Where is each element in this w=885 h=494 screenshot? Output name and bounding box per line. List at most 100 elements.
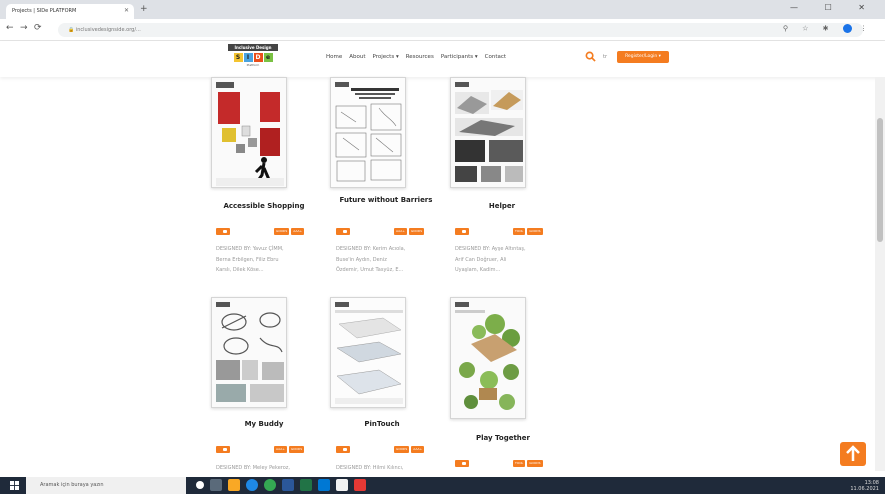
main-nav: Home About Projects ▾ Resources Particip…: [326, 54, 506, 60]
category-tag[interactable]: GOODS: [274, 228, 290, 235]
task-view-icon[interactable]: [210, 479, 222, 491]
designers-line: Karslı, Dilek Köse...: [216, 267, 264, 273]
designers-line: DESIGNED BY: Yavuz ÇİMM,: [216, 246, 284, 252]
new-tab-button[interactable]: +: [140, 4, 148, 14]
scrollbar-thumb[interactable]: [877, 118, 883, 242]
poster-image: [331, 78, 405, 187]
project-title[interactable]: Play Together: [450, 433, 556, 443]
nav-about[interactable]: About: [349, 54, 365, 60]
os-taskbar: Aramak için buraya yazın 13:08 11.06.202…: [0, 477, 885, 494]
chrome-icon[interactable]: [264, 479, 276, 491]
comment-count-badge: [216, 228, 230, 235]
project-designers: DESIGNED BY: Yavuz ÇİMM, Berna Erbilgen,…: [216, 244, 314, 276]
category-tag[interactable]: AAA+: [291, 228, 305, 235]
project-thumbnail-accessible-shopping[interactable]: [211, 77, 287, 188]
file-explorer-icon[interactable]: [228, 479, 240, 491]
close-tab-icon[interactable]: ✕: [124, 7, 129, 14]
designers-line: Berna Erbilgen, Filiz Ebru: [216, 256, 279, 263]
project-thumbnail-play-together[interactable]: [450, 297, 526, 419]
category-tag[interactable]: GOODS: [527, 460, 543, 467]
designers-line: Uyaşlam, Kadim...: [455, 267, 501, 273]
nav-projects[interactable]: Projects ▾: [373, 54, 399, 60]
designers-line: DESIGNED BY: Meley Pekeroz,: [216, 465, 291, 471]
url-input[interactable]: 🔒 inclusivedesignside.org/...: [58, 23, 863, 37]
comment-count-badge: [216, 446, 230, 453]
category-tag[interactable]: AAA+: [411, 446, 425, 453]
taskbar-search-input[interactable]: Aramak için buraya yazın: [26, 477, 186, 494]
clock-date: 11.06.2021: [850, 486, 879, 492]
project-thumbnail-helper[interactable]: [450, 77, 526, 188]
taskbar-apps: [196, 479, 366, 491]
project-title[interactable]: PinTouch: [330, 419, 434, 429]
project-badges: GOODS AAA+: [216, 228, 305, 235]
project-badges: TOOL GOODS: [455, 460, 543, 467]
project-title[interactable]: Helper: [450, 201, 554, 211]
forward-icon[interactable]: →: [20, 23, 28, 33]
word-icon[interactable]: [282, 479, 294, 491]
category-tag[interactable]: TOOL: [513, 460, 526, 467]
reload-icon[interactable]: ⟳: [34, 23, 42, 33]
nav-home[interactable]: Home: [326, 54, 342, 60]
category-tag[interactable]: GOODS: [288, 446, 305, 453]
edge-icon[interactable]: [246, 479, 258, 491]
app-icon[interactable]: [354, 479, 366, 491]
window-controls[interactable]: — ☐ ✕: [790, 3, 877, 12]
project-thumbnail-pintouch[interactable]: [330, 297, 406, 408]
logo-letter: e: [263, 53, 273, 62]
lock-icon: 🔒: [68, 27, 76, 33]
excel-icon[interactable]: [300, 479, 312, 491]
category-tag[interactable]: GOODS: [408, 228, 425, 235]
search-icon[interactable]: [585, 51, 596, 62]
site-logo[interactable]: Inclusive Design S I D e Platform: [228, 44, 278, 72]
project-thumbnail-my-buddy[interactable]: [211, 297, 287, 408]
project-badges: AAA+ GOODS: [216, 446, 305, 453]
project-title[interactable]: Future without Barriers: [334, 195, 438, 205]
profile-avatar[interactable]: [842, 24, 852, 33]
browser-tab-strip: Projects | SIDe PLATFORM ✕ + — ☐ ✕: [0, 0, 885, 19]
browser-toolbar-icons[interactable]: ⚲ ☆ ✱ ⋮: [783, 24, 873, 33]
back-icon[interactable]: ←: [6, 23, 14, 33]
category-tag[interactable]: AAA+: [394, 228, 407, 235]
category-tag[interactable]: TOOL: [513, 228, 526, 235]
poster-image: [212, 298, 286, 407]
nav-contact[interactable]: Contact: [485, 54, 506, 60]
language-switch[interactable]: tr: [603, 54, 607, 60]
comment-count-badge: [336, 446, 350, 453]
poster-image: [331, 298, 405, 407]
address-bar-row: ← → ⟳ 🔒 inclusivedesignside.org/... ⚲ ☆ …: [0, 19, 885, 41]
category-tag[interactable]: AAA+: [274, 446, 287, 453]
project-badges: AAA+ GOODS: [336, 228, 425, 235]
store-icon[interactable]: [318, 479, 330, 491]
poster-image: [451, 298, 525, 418]
back-to-top-button[interactable]: [840, 442, 866, 466]
designers-line: Özdemir, Umut Tasyüz, E...: [336, 267, 404, 273]
nav-resources[interactable]: Resources: [406, 54, 434, 60]
logo-letter: D: [253, 53, 263, 62]
logo-letter: I: [243, 53, 253, 62]
project-badges: TOOL GOODS: [455, 228, 543, 235]
designers-line: DESIGNED BY: Ayşe Altıntaş,: [455, 246, 526, 252]
tab-title: Projects | SIDe PLATFORM: [12, 8, 77, 14]
app-icon[interactable]: [336, 479, 348, 491]
logo-letter: S: [233, 53, 243, 62]
comment-count-badge: [336, 228, 350, 235]
register-login-button[interactable]: Register/Login ▾: [617, 51, 669, 63]
designers-line: DESIGNED BY: Kerim Acıola,: [336, 246, 406, 252]
project-title[interactable]: My Buddy: [211, 419, 317, 429]
taskbar-search-text: Aramak için buraya yazın: [40, 482, 104, 488]
project-thumbnail-future-without-barriers[interactable]: [330, 77, 406, 188]
nav-participants[interactable]: Participants ▾: [441, 54, 478, 60]
browser-tab[interactable]: Projects | SIDe PLATFORM ✕: [6, 4, 134, 19]
project-badges: GOODS AAA+: [336, 446, 425, 453]
cortana-icon[interactable]: [196, 481, 204, 489]
project-title[interactable]: Accessible Shopping: [211, 201, 317, 211]
arrow-up-icon: [846, 445, 860, 461]
url-text: inclusivedesignside.org/...: [75, 27, 141, 33]
category-tag[interactable]: GOODS: [527, 228, 543, 235]
windows-start-icon[interactable]: [10, 481, 19, 490]
category-tag[interactable]: GOODS: [394, 446, 410, 453]
project-designers: DESIGNED BY: Meley Pekeroz,: [216, 463, 314, 474]
system-tray[interactable]: 13:08 11.06.2021: [850, 480, 879, 492]
designers-line: DESIGNED BY: Hilmi Kılıncı,: [336, 465, 404, 471]
poster-image: [212, 78, 286, 187]
